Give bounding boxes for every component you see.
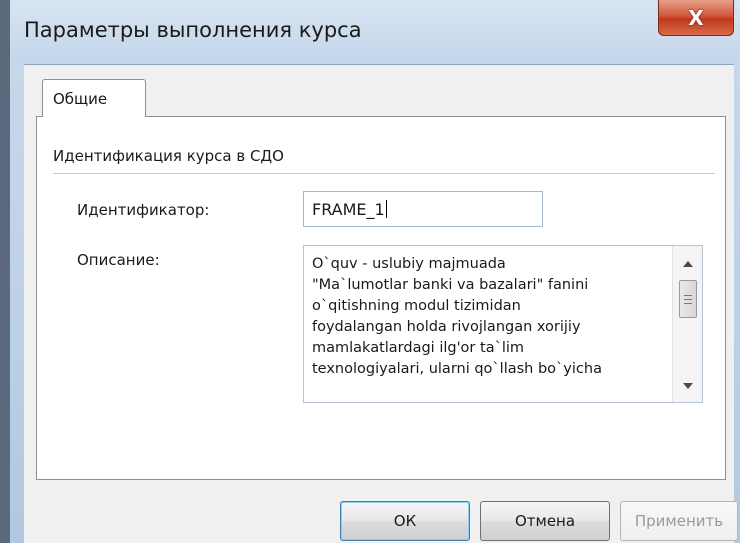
- close-icon: X: [688, 5, 704, 30]
- title-bar[interactable]: Параметры выполнения курса X: [10, 0, 740, 64]
- identifier-value: FRAME_1: [312, 200, 385, 219]
- window-title: Параметры выполнения курса: [24, 18, 362, 42]
- grip-icon: [684, 294, 692, 296]
- scroll-thumb[interactable]: [679, 280, 697, 318]
- cancel-button[interactable]: Отмена: [480, 501, 610, 541]
- scroll-down-icon[interactable]: [673, 374, 702, 398]
- dialog-client-area: Общие Идентификация курса в СДО Идентифи…: [24, 64, 738, 543]
- description-textarea[interactable]: O`quv - uslubiy majmuada "Ma`lumotlar ba…: [303, 245, 703, 403]
- identifier-input[interactable]: FRAME_1: [303, 191, 543, 227]
- close-button[interactable]: X: [658, 0, 734, 36]
- description-text: O`quv - uslubiy majmuada "Ma`lumotlar ba…: [312, 256, 602, 377]
- text-caret: [385, 200, 387, 218]
- identifier-label: Идентификатор:: [77, 201, 210, 219]
- apply-button[interactable]: Применить: [620, 501, 738, 541]
- group-title: Идентификация курса в СДО: [53, 147, 284, 165]
- description-label: Описание:: [77, 251, 160, 269]
- tab-panel-general: Идентификация курса в СДО Идентификатор:…: [36, 116, 726, 480]
- dialog-window: Параметры выполнения курса X Общие Идент…: [0, 0, 740, 543]
- grip-icon: [684, 298, 692, 300]
- ok-button[interactable]: ОК: [340, 501, 470, 541]
- tab-general[interactable]: Общие: [42, 79, 146, 117]
- description-scrollbar[interactable]: [672, 246, 702, 402]
- scroll-up-icon[interactable]: [673, 252, 702, 276]
- group-divider: [53, 173, 715, 174]
- grip-icon: [684, 302, 692, 304]
